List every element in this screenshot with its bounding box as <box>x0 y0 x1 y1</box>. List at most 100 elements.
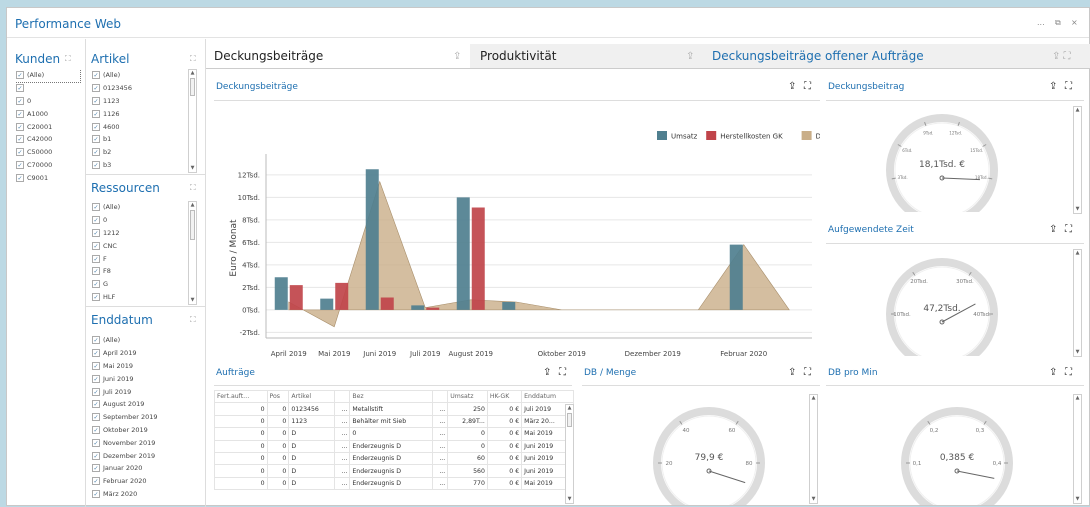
list-item[interactable]: ✓ b3 <box>92 159 187 172</box>
list-item[interactable]: ✓ C70000 <box>16 159 82 172</box>
checkbox[interactable]: ✓ <box>92 241 100 250</box>
export-icon[interactable]: ⇪ ⛶ <box>1052 51 1071 62</box>
list-item[interactable]: ✓ b1 <box>92 133 187 146</box>
column-header[interactable]: Umsatz <box>447 389 488 404</box>
checkbox[interactable]: ✓ <box>92 451 100 460</box>
list-item[interactable]: ✓ (Alle) <box>92 201 187 214</box>
checkbox[interactable]: ✓ <box>92 477 100 486</box>
column-header[interactable]: Pos <box>266 389 290 404</box>
list-item[interactable]: ✓ August 2019 <box>92 398 202 411</box>
fullscreen-icon[interactable]: ⛶ <box>1065 224 1072 235</box>
checkbox[interactable]: ✓ <box>92 400 100 409</box>
table-row[interactable]: 0 0 D... Enderzeugnis D... 0 0 € Juni 2019 <box>214 439 574 453</box>
fullscreen-icon[interactable]: ⛶ <box>804 81 811 92</box>
list-item[interactable]: ✓ Juli 2019 <box>92 385 202 398</box>
ressourcen-scrollbar[interactable]: ▲ ▼ <box>188 201 197 305</box>
export-icon[interactable]: ⇪ <box>1049 367 1057 378</box>
checkbox[interactable]: ✓ <box>16 173 24 182</box>
list-item[interactable]: ✓ C50000 <box>16 146 82 159</box>
fullscreen-icon[interactable]: ⛶ <box>804 367 811 378</box>
list-item[interactable]: ✓ 0 <box>16 95 82 108</box>
list-item[interactable]: ✓ 0123456 <box>92 82 187 95</box>
table-row[interactable]: 0 0 D... Enderzeugnis D... 770 0 € Mai 2019 <box>214 476 574 491</box>
list-item[interactable]: ✓ (Alle) <box>16 69 81 83</box>
list-item[interactable]: ✓ September 2019 <box>92 411 202 424</box>
table-row[interactable]: 0 0 D... Enderzeugnis D... 60 0 € Juni 2019 <box>214 451 574 466</box>
checkbox[interactable]: ✓ <box>92 489 100 498</box>
checkbox[interactable]: ✓ <box>92 425 100 434</box>
table-row[interactable]: 0 0 0123456... Metallstift... 250 0 € Juli 201… <box>214 402 574 416</box>
checkbox[interactable]: ✓ <box>92 336 100 345</box>
expand-icon[interactable]: ⛶ <box>190 54 196 64</box>
more-icon[interactable]: ... <box>1037 18 1045 27</box>
list-item[interactable]: ✓ 1212 <box>92 227 187 240</box>
list-item[interactable]: ✓ März 2020 <box>92 488 202 501</box>
table-row[interactable]: 0 0 1123... Behälter mit Sieb... 2,89T... 0 €… <box>214 414 574 429</box>
expand-icon[interactable]: ⛶ <box>190 183 196 193</box>
checkbox[interactable]: ✓ <box>92 349 100 358</box>
list-item[interactable]: ✓ C42000 <box>16 133 82 146</box>
checkbox[interactable]: ✓ <box>16 84 24 93</box>
column-header[interactable]: Artikel <box>288 389 336 404</box>
checkbox[interactable]: ✓ <box>92 96 100 105</box>
export-icon[interactable]: ⇪ <box>686 51 694 62</box>
checkbox[interactable]: ✓ <box>16 160 24 169</box>
export-icon[interactable]: ⇪ <box>1049 81 1057 92</box>
checkbox[interactable]: ✓ <box>92 267 100 276</box>
list-item[interactable]: ✓ Februar 2020 <box>92 475 202 488</box>
expand-icon[interactable]: ⛶ <box>65 54 71 64</box>
table-row[interactable]: 0 0 D... 0... 0 0 € Mai 2019 <box>214 427 574 441</box>
tab-deckungsbeitraege[interactable]: Deckungsbeiträge <box>214 49 323 73</box>
checkbox[interactable]: ✓ <box>16 96 24 105</box>
list-item[interactable]: ✓ 0 <box>92 214 187 227</box>
checkbox[interactable]: ✓ <box>92 203 100 212</box>
list-item[interactable]: ✓ F8 <box>92 265 187 278</box>
export-icon[interactable]: ⇪ <box>1049 224 1057 235</box>
checkbox[interactable]: ✓ <box>92 109 100 118</box>
artikel-scrollbar[interactable]: ▲ ▼ <box>188 69 197 173</box>
list-item[interactable]: ✓ CNC <box>92 239 187 252</box>
gauge-scrollbar[interactable]: ▲ ▼ <box>1073 249 1082 357</box>
list-item[interactable]: ✓ 1126 <box>92 107 187 120</box>
checkbox[interactable]: ✓ <box>92 438 100 447</box>
restore-icon[interactable]: ⧉ <box>1055 18 1061 28</box>
close-icon[interactable]: × <box>1071 18 1078 27</box>
checkbox[interactable]: ✓ <box>92 84 100 93</box>
checkbox[interactable]: ✓ <box>92 280 100 289</box>
checkbox[interactable]: ✓ <box>92 254 100 263</box>
list-item[interactable]: ✓ Mai 2019 <box>92 360 202 373</box>
list-item[interactable]: ✓ C20001 <box>16 120 82 133</box>
list-item[interactable]: ✓ 1123 <box>92 95 187 108</box>
list-item[interactable]: ✓ April 2019 <box>92 347 202 360</box>
list-item[interactable]: ✓ Juni 2019 <box>92 372 202 385</box>
list-item[interactable]: ✓ G <box>92 278 187 291</box>
table-row[interactable]: 0 0 D... Enderzeugnis D... 560 0 € Juni 2019 <box>214 464 574 478</box>
gauge-scrollbar[interactable]: ▲ ▼ <box>1073 394 1082 504</box>
expand-icon[interactable]: ⛶ <box>190 315 196 325</box>
list-item[interactable]: ✓ November 2019 <box>92 436 202 449</box>
gauge-scrollbar[interactable]: ▲ ▼ <box>1073 106 1082 214</box>
list-item[interactable]: ✓ F <box>92 252 187 265</box>
checkbox[interactable]: ✓ <box>92 71 100 80</box>
checkbox[interactable]: ✓ <box>92 374 100 383</box>
table-scrollbar[interactable]: ▲ ▼ <box>565 404 574 504</box>
list-item[interactable]: ✓ b2 <box>92 146 187 159</box>
list-item[interactable]: ✓ (Alle) <box>92 69 187 82</box>
export-icon[interactable]: ⇪ <box>453 51 461 62</box>
checkbox[interactable]: ✓ <box>92 148 100 157</box>
list-item[interactable]: ✓ Januar 2020 <box>92 462 202 475</box>
fullscreen-icon[interactable]: ⛶ <box>1065 81 1072 92</box>
checkbox[interactable]: ✓ <box>92 361 100 370</box>
list-item[interactable]: ✓ <box>16 82 82 95</box>
column-header[interactable]: Fert.auft… <box>214 389 268 404</box>
column-header[interactable]: Enddatum <box>521 389 574 404</box>
export-icon[interactable]: ⇪ <box>788 367 796 378</box>
checkbox[interactable]: ✓ <box>92 135 100 144</box>
export-icon[interactable]: ⇪ <box>543 367 551 378</box>
fullscreen-icon[interactable]: ⛶ <box>559 367 566 378</box>
checkbox[interactable]: ✓ <box>92 292 100 301</box>
checkbox[interactable]: ✓ <box>92 413 100 422</box>
checkbox[interactable]: ✓ <box>16 135 24 144</box>
checkbox[interactable]: ✓ <box>92 216 100 225</box>
fullscreen-icon[interactable]: ⛶ <box>1065 367 1072 378</box>
